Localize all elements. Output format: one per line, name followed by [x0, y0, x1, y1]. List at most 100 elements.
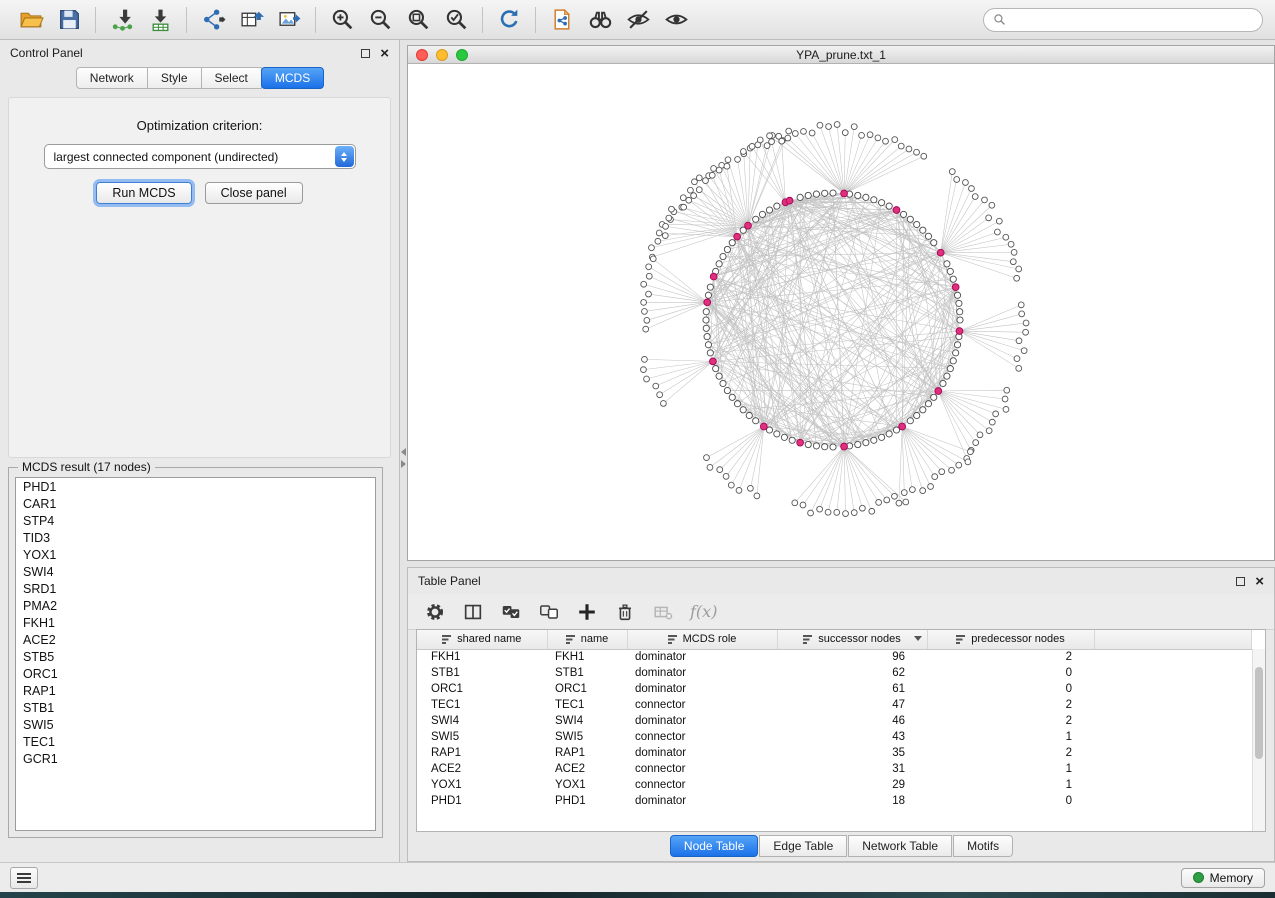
network-node[interactable] [800, 502, 806, 508]
network-node[interactable] [1023, 329, 1029, 335]
network-node[interactable] [871, 197, 877, 203]
network-node[interactable] [696, 187, 702, 193]
mcds-result-item[interactable]: TID3 [16, 529, 375, 546]
network-node[interactable] [749, 143, 755, 149]
run-mcds-button[interactable]: Run MCDS [96, 182, 191, 204]
network-node[interactable] [931, 240, 937, 246]
network-node[interactable] [949, 467, 955, 473]
column-header-name[interactable]: name [547, 630, 627, 649]
network-node[interactable] [950, 358, 956, 364]
network-node[interactable] [859, 505, 865, 511]
network-node[interactable] [859, 132, 865, 138]
network-node[interactable] [774, 431, 780, 437]
close-panel-button[interactable]: Close panel [205, 182, 303, 204]
network-node[interactable] [641, 367, 647, 373]
network-hub-node[interactable] [841, 190, 848, 197]
network-node[interactable] [956, 300, 962, 306]
network-node[interactable] [939, 469, 945, 475]
network-hub-node[interactable] [952, 284, 959, 291]
network-hub-node[interactable] [935, 388, 942, 395]
network-node[interactable] [968, 449, 974, 455]
network-node[interactable] [657, 392, 663, 398]
mcds-result-item[interactable]: TEC1 [16, 733, 375, 750]
network-node[interactable] [1019, 311, 1025, 317]
network-node[interactable] [944, 373, 950, 379]
network-node[interactable] [797, 194, 803, 200]
tab-network-table[interactable]: Network Table [848, 835, 952, 857]
open-session-button[interactable] [12, 4, 50, 36]
network-node[interactable] [879, 200, 885, 206]
table-row[interactable]: ORC1ORC1dominator610 [417, 681, 1252, 697]
network-node[interactable] [724, 387, 730, 393]
network-node[interactable] [906, 146, 912, 152]
minimize-window-icon[interactable] [436, 49, 448, 61]
network-node[interactable] [957, 317, 963, 323]
network-node[interactable] [720, 380, 726, 386]
network-node[interactable] [707, 284, 713, 290]
network-node[interactable] [886, 203, 892, 209]
network-node[interactable] [932, 474, 938, 480]
network-node[interactable] [851, 510, 857, 516]
network-node[interactable] [705, 342, 711, 348]
network-node[interactable] [716, 373, 722, 379]
network-node[interactable] [769, 139, 775, 145]
network-node[interactable] [925, 401, 931, 407]
table-row[interactable]: FKH1FKH1dominator962 [417, 649, 1252, 665]
maximize-window-icon[interactable] [456, 49, 468, 61]
network-node[interactable] [813, 443, 819, 449]
network-node[interactable] [766, 207, 772, 213]
mcds-result-item[interactable]: ORC1 [16, 665, 375, 682]
network-node[interactable] [747, 485, 753, 491]
network-node[interactable] [716, 167, 722, 173]
network-node[interactable] [863, 194, 869, 200]
network-node[interactable] [781, 434, 787, 440]
network-hub-node[interactable] [937, 249, 944, 256]
tab-motifs[interactable]: Motifs [953, 835, 1013, 857]
network-node[interactable] [892, 137, 898, 143]
network-node[interactable] [907, 216, 913, 222]
hide-elements-button[interactable] [619, 4, 657, 36]
expand-right-icon[interactable] [401, 460, 406, 468]
tab-mcds[interactable]: MCDS [261, 67, 324, 89]
network-node[interactable] [735, 157, 741, 163]
network-node[interactable] [704, 455, 710, 461]
select-all-button[interactable] [494, 597, 528, 627]
network-node[interactable] [813, 191, 819, 197]
network-node[interactable] [920, 488, 926, 494]
column-header-shared-name[interactable]: shared name [417, 630, 547, 649]
table-row[interactable]: YOX1YOX1connector291 [417, 777, 1252, 793]
network-node[interactable] [660, 401, 666, 407]
network-node[interactable] [909, 487, 915, 493]
network-node[interactable] [869, 508, 875, 514]
network-node[interactable] [681, 204, 687, 210]
network-node[interactable] [1011, 249, 1017, 255]
network-node[interactable] [729, 240, 735, 246]
mcds-result-item[interactable]: SRD1 [16, 580, 375, 597]
network-node[interactable] [641, 281, 647, 287]
network-node[interactable] [855, 441, 861, 447]
refresh-view-button[interactable] [490, 4, 528, 36]
network-hub-node[interactable] [786, 197, 793, 204]
network-node[interactable] [734, 401, 740, 407]
network-node[interactable] [786, 128, 792, 134]
network-node[interactable] [921, 153, 927, 159]
network-node[interactable] [989, 419, 995, 425]
network-node[interactable] [644, 317, 650, 323]
export-network-button[interactable] [194, 4, 232, 36]
tab-edge-table[interactable]: Edge Table [759, 835, 847, 857]
zoom-fit-button[interactable] [399, 4, 437, 36]
splitter-handle[interactable] [400, 448, 407, 470]
network-hub-node[interactable] [956, 328, 963, 335]
network-node[interactable] [753, 418, 759, 424]
network-node[interactable] [723, 473, 729, 479]
export-table-button[interactable] [232, 4, 270, 36]
network-node[interactable] [707, 464, 713, 470]
network-view[interactable] [408, 64, 1274, 560]
network-node[interactable] [834, 509, 840, 515]
network-node[interactable] [830, 190, 836, 196]
network-node[interactable] [892, 493, 898, 499]
network-node[interactable] [728, 482, 734, 488]
mcds-result-item[interactable]: PHD1 [16, 478, 375, 495]
network-node[interactable] [901, 490, 907, 496]
mcds-result-item[interactable]: STB5 [16, 648, 375, 665]
